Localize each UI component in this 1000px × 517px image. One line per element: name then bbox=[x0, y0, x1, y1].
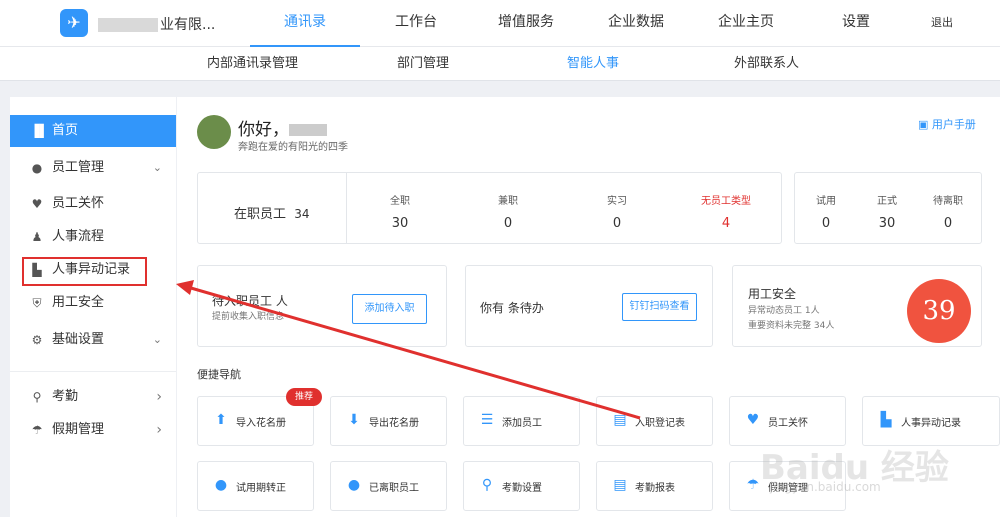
location-icon: ⚲ bbox=[32, 390, 42, 404]
quick-attendance-report[interactable]: ▤ 考勤报表 bbox=[596, 461, 713, 511]
dingtalk-logo-icon[interactable]: ✈ bbox=[60, 9, 88, 37]
company-name: 业有限... bbox=[98, 14, 215, 34]
stat-value[interactable]: 0 bbox=[796, 216, 856, 231]
chevron-down-icon: ⌄ bbox=[152, 161, 162, 174]
nav-value-added[interactable]: 增值服务 bbox=[494, 0, 558, 47]
stat-value[interactable]: 0 bbox=[478, 216, 538, 231]
logout-link[interactable]: 退出 bbox=[926, 0, 958, 47]
user-manual-link[interactable]: ▣ 用户手册 bbox=[918, 116, 976, 132]
chevron-right-icon: › bbox=[156, 389, 162, 405]
sidebar-item-labor-safety[interactable]: ⛨ 用工安全 bbox=[10, 287, 176, 319]
sidebar-item-attendance[interactable]: ⚲ 考勤 › bbox=[10, 381, 176, 413]
quick-employee-care[interactable]: ♥ 员工关怀 bbox=[729, 396, 846, 446]
safety-title: 用工安全 bbox=[748, 287, 797, 301]
quick-add-employee[interactable]: ☰ 添加员工 bbox=[463, 396, 580, 446]
sidebar-item-employee-care[interactable]: ♥ 员工关怀 bbox=[10, 188, 176, 220]
nav-settings[interactable]: 设置 bbox=[838, 0, 874, 47]
sidebar-item-basic-settings[interactable]: ⚙ 基础设置 ⌄ bbox=[10, 324, 176, 356]
home-icon: ▐▌ bbox=[30, 124, 49, 138]
quick-hr-change-records[interactable]: ▙ 人事异动记录 bbox=[862, 396, 1000, 446]
upload-icon: ⬆ bbox=[215, 412, 227, 428]
quick-attendance-settings[interactable]: ⚲ 考勤设置 bbox=[463, 461, 580, 511]
manual-icon: ▣ bbox=[918, 118, 932, 131]
nav-enterprise-data[interactable]: 企业数据 bbox=[605, 0, 667, 47]
quick-resigned-employees[interactable]: ● 已离职员工 bbox=[330, 461, 447, 511]
stat-label: 兼职 bbox=[498, 196, 518, 207]
stat-label: 试用 bbox=[816, 196, 836, 207]
divider bbox=[346, 173, 347, 243]
quick-onboard-form[interactable]: ▤ 入职登记表 bbox=[596, 396, 713, 446]
redacted-block bbox=[98, 18, 158, 32]
chevron-down-icon: ⌄ bbox=[152, 333, 162, 346]
stat-label: 实习 bbox=[607, 196, 627, 207]
chevron-right-icon: › bbox=[156, 422, 162, 438]
users-icon: ● bbox=[31, 161, 43, 175]
heart-icon: ♥ bbox=[31, 197, 43, 211]
redacted-block bbox=[289, 124, 327, 136]
recommend-badge: 推荐 bbox=[286, 388, 322, 406]
sidebar-divider bbox=[10, 371, 176, 372]
stat-value[interactable]: 30 bbox=[857, 216, 917, 231]
greeting: 你好， bbox=[238, 115, 327, 140]
safety-line-abnormal: 异常动态员工 1人 bbox=[748, 306, 820, 316]
stat-label: 待离职 bbox=[933, 196, 963, 207]
person-icon: ♟ bbox=[31, 230, 43, 244]
user-check-icon: ● bbox=[214, 477, 228, 493]
avatar[interactable] bbox=[197, 115, 231, 149]
report-icon: ▤ bbox=[613, 477, 627, 493]
scan-dingtalk-button[interactable]: 钉钉扫码查看 bbox=[622, 293, 697, 321]
stat-value[interactable]: 30 bbox=[370, 216, 430, 231]
add-pending-onboard-button[interactable]: 添加待入职 bbox=[352, 294, 427, 324]
palm-icon: ☂ bbox=[31, 423, 43, 437]
todo-title: 你有 条待办 bbox=[480, 301, 544, 315]
stat-value[interactable]: 0 bbox=[587, 216, 647, 231]
pending-onboard-title: 待入职员工 人 bbox=[212, 294, 288, 308]
stat-value[interactable]: 4 bbox=[696, 216, 756, 231]
shield-icon: ⛨ bbox=[32, 296, 42, 310]
form-icon: ▤ bbox=[613, 412, 627, 428]
sidebar-item-employee-management[interactable]: ● 员工管理 ⌄ bbox=[10, 152, 176, 184]
employee-count-label: 在职员工 34 bbox=[234, 207, 310, 222]
subnav-smart-hr[interactable]: 智能人事 bbox=[567, 47, 619, 81]
nav-enterprise-home[interactable]: 企业主页 bbox=[715, 0, 777, 47]
record-icon: ▙ bbox=[880, 412, 892, 428]
subnav-external-contacts[interactable]: 外部联系人 bbox=[734, 47, 799, 81]
safety-line-incomplete: 重要资料未完整 34人 bbox=[748, 321, 835, 331]
nav-contacts[interactable]: 通讯录 bbox=[250, 0, 360, 47]
sub-nav-bar: 内部通讯录管理 部门管理 智能人事 外部联系人 bbox=[0, 47, 1000, 81]
location-icon: ⚲ bbox=[481, 477, 493, 493]
stat-label: 无员工类型 bbox=[701, 196, 751, 207]
user-remove-icon: ● bbox=[347, 477, 361, 493]
gear-icon: ⚙ bbox=[31, 333, 43, 347]
top-bar: ✈ 业有限... 通讯录 工作台 增值服务 企业数据 企业主页 设置 退出 bbox=[0, 0, 1000, 47]
sidebar-item-home[interactable]: ▐▌ 首页 bbox=[10, 115, 176, 147]
sidebar-item-leave-management[interactable]: ☂ 假期管理 › bbox=[10, 414, 176, 446]
pending-onboard-sub: 提前收集入职信息 bbox=[212, 312, 285, 322]
add-user-icon: ☰ bbox=[480, 412, 494, 428]
nav-workbench[interactable]: 工作台 bbox=[390, 0, 442, 47]
employee-status-card bbox=[794, 172, 982, 244]
user-motto: 奔跑在爱的有阳光的四季 bbox=[238, 142, 348, 153]
subnav-departments[interactable]: 部门管理 bbox=[397, 47, 449, 81]
sidebar-item-hr-process[interactable]: ♟ 人事流程 bbox=[10, 221, 176, 253]
watermark-url: jingyan.baidu.com bbox=[770, 480, 881, 494]
quick-nav-title: 便捷导航 bbox=[197, 368, 241, 381]
sidebar: ▐▌ 首页 ● 员工管理 ⌄ ♥ 员工关怀 ♟ 人事流程 ▙ 人事异动记录 ⛨ … bbox=[10, 97, 176, 517]
quick-probation-confirm[interactable]: ● 试用期转正 bbox=[197, 461, 314, 511]
stat-label: 正式 bbox=[877, 196, 897, 207]
download-icon: ⬇ bbox=[348, 412, 360, 428]
heart-icon: ♥ bbox=[746, 412, 760, 428]
annotation-highlight-box bbox=[22, 257, 147, 286]
quick-export-roster[interactable]: ⬇ 导出花名册 bbox=[330, 396, 447, 446]
safety-score[interactable]: 39 bbox=[907, 279, 971, 343]
stat-value[interactable]: 0 bbox=[918, 216, 978, 231]
subnav-internal-contacts[interactable]: 内部通讯录管理 bbox=[207, 47, 298, 81]
stat-label: 全职 bbox=[390, 196, 410, 207]
